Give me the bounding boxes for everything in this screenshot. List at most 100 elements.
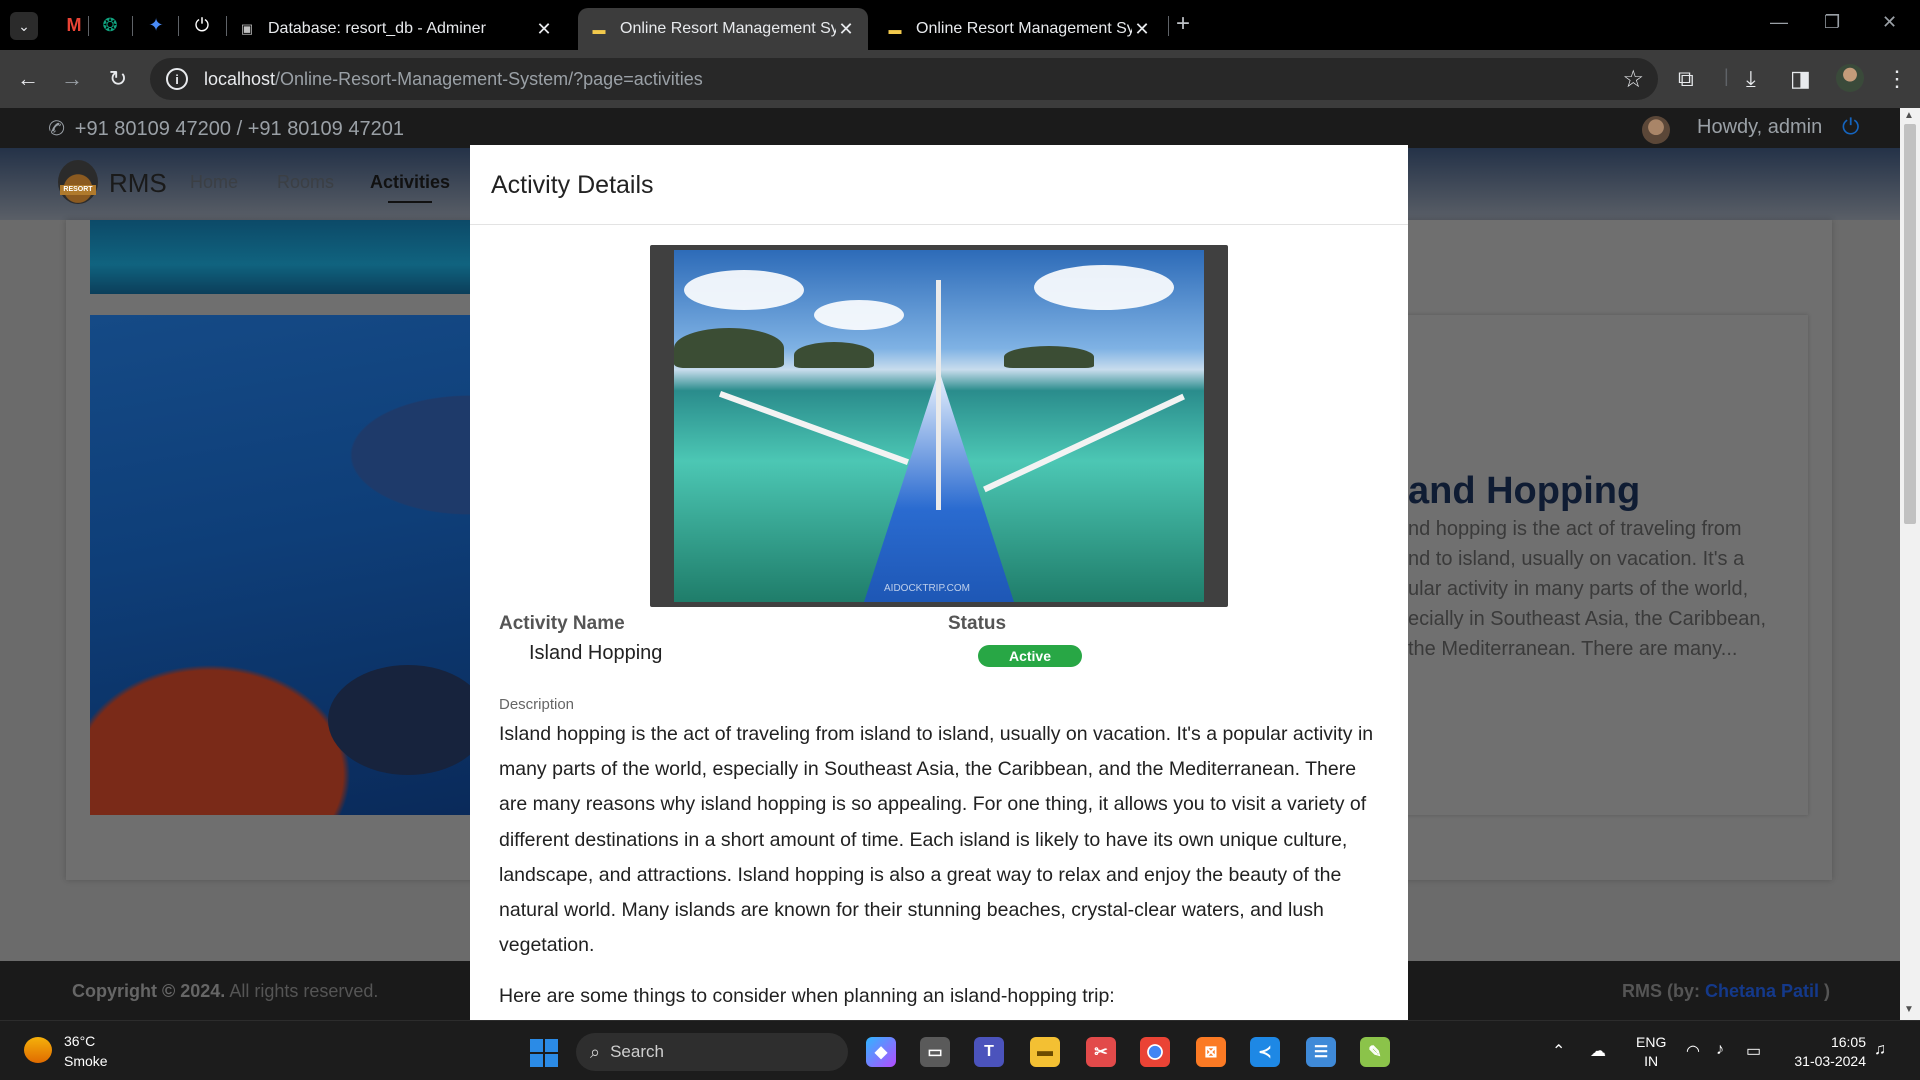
user-greeting[interactable]: Howdy, admin	[1697, 116, 1822, 139]
notepad-icon[interactable]: ☰	[1306, 1037, 1336, 1067]
activity-name-value: Island Hopping	[529, 642, 663, 664]
search-placeholder: Search	[610, 1042, 664, 1061]
tab-search-button[interactable]: ⌄	[10, 12, 38, 40]
tab-separator	[88, 16, 89, 36]
snipping-tool-icon[interactable]: ✂	[1086, 1037, 1116, 1067]
region-code: IN	[1644, 1053, 1659, 1069]
profile-avatar[interactable]	[1836, 64, 1864, 92]
resort-logo[interactable]: RESORT	[58, 160, 98, 204]
reload-icon[interactable]: ↻	[104, 66, 132, 92]
gemini-icon[interactable]: ✦	[142, 12, 170, 38]
credits-text: RMS (by: Chetana Patil )	[1622, 981, 1830, 1002]
tab-resort[interactable]: ▬ Online Resort Management Sys ✕	[874, 8, 1164, 50]
minimize-icon[interactable]: —	[1770, 12, 1788, 33]
status-badge: Active	[978, 645, 1082, 667]
brand-name[interactable]: RMS	[109, 168, 167, 199]
language-code: ENG	[1636, 1034, 1667, 1050]
tab-resort-active[interactable]: ▬ Online Resort Management Sys ✕	[578, 8, 868, 50]
chatgpt-icon[interactable]: ❂	[96, 12, 124, 38]
resort-favicon-icon: ▬	[592, 21, 606, 37]
close-tab-icon[interactable]: ✕	[534, 19, 554, 40]
activity-details-modal: Activity Details AIDOCKTRIP.COM Activity…	[470, 145, 1408, 1020]
nav-link-home[interactable]: Home	[190, 172, 238, 193]
notification-bell-icon[interactable]: ♫	[1874, 1041, 1886, 1059]
excerpt-line: ecially in Southeast Asia, the Caribbean…	[1408, 608, 1766, 630]
address-bar[interactable]: i localhost/Online-Resort-Management-Sys…	[150, 58, 1658, 100]
battery-icon[interactable]: ▭	[1746, 1041, 1761, 1061]
vscode-icon[interactable]: ≺	[1250, 1037, 1280, 1067]
chrome-icon[interactable]	[1140, 1037, 1170, 1067]
bookmark-star-icon[interactable]: ☆	[1622, 65, 1644, 94]
user-avatar[interactable]	[1642, 116, 1670, 144]
gmail-icon[interactable]: M	[60, 12, 88, 38]
tray-overflow-chevron-icon[interactable]: ⌃	[1552, 1041, 1565, 1061]
tab-adminer[interactable]: ▣ Database: resort_db - Adminer ✕	[226, 8, 566, 50]
logout-power-icon[interactable]: ⏻	[1842, 114, 1859, 140]
activity-image-previous	[90, 220, 470, 294]
island-hopping-image: AIDOCKTRIP.COM	[674, 250, 1204, 602]
taskbar-search[interactable]: ⌕ Search	[576, 1033, 848, 1071]
weather-condition[interactable]: Smoke	[64, 1053, 108, 1069]
nav-link-rooms[interactable]: Rooms	[277, 172, 334, 193]
weather-temperature[interactable]: 36°C	[64, 1033, 95, 1049]
tab-separator	[132, 16, 133, 36]
boat-mast	[936, 280, 941, 510]
weather-sun-icon[interactable]	[24, 1037, 52, 1063]
scuba-diving-image	[90, 315, 488, 815]
activity-image-frame: AIDOCKTRIP.COM	[650, 245, 1228, 607]
resort-favicon-icon: ▬	[888, 21, 902, 37]
scroll-thumb[interactable]	[1904, 124, 1916, 524]
tab-title: Database: resort_db - Adminer	[268, 20, 486, 37]
site-info-icon[interactable]: i	[166, 68, 188, 90]
browser-menu-icon[interactable]: ⋮	[1886, 66, 1908, 92]
excerpt-line: nd to island, usually on vacation. It's …	[1408, 548, 1745, 570]
phone-icon: ✆	[45, 116, 68, 142]
volume-icon[interactable]: ♪	[1716, 1041, 1724, 1059]
close-tab-icon[interactable]: ✕	[836, 19, 856, 40]
status-label: Status	[948, 613, 1007, 634]
teams-icon[interactable]: T	[974, 1037, 1004, 1067]
scroll-up-icon[interactable]: ▲	[1904, 110, 1914, 121]
excerpt-line: nd hopping is the act of traveling from	[1408, 518, 1742, 540]
windows-start-icon[interactable]	[530, 1039, 558, 1067]
forward-arrow-icon[interactable]: →	[58, 66, 86, 92]
diver-silhouette	[328, 665, 488, 775]
search-icon: ⌕	[590, 1041, 601, 1062]
island-shape	[1004, 346, 1094, 368]
task-view-icon[interactable]: ▭	[920, 1037, 950, 1067]
onedrive-cloud-icon[interactable]: ☁	[1590, 1041, 1606, 1061]
back-arrow-icon[interactable]: ←	[14, 66, 42, 92]
close-window-icon[interactable]: ✕	[1882, 12, 1897, 33]
close-tab-icon[interactable]: ✕	[1132, 19, 1152, 40]
phone-numbers: +91 80109 47200 / +91 80109 47201	[74, 118, 404, 140]
side-panel-icon[interactable]: ◨	[1790, 66, 1811, 92]
excerpt-line: the Mediterranean. There are many...	[1408, 638, 1738, 660]
image-watermark: AIDOCKTRIP.COM	[884, 583, 970, 594]
notepadpp-icon[interactable]: ✎	[1360, 1037, 1390, 1067]
file-explorer-icon[interactable]: ▬	[1030, 1037, 1060, 1067]
extensions-icon[interactable]: ⧉	[1678, 66, 1694, 92]
language-indicator[interactable]: ENG IN	[1636, 1033, 1666, 1071]
page-scrollbar[interactable]: ▲ ▼	[1900, 108, 1920, 1020]
restore-icon[interactable]: ❐	[1824, 12, 1840, 33]
copyright-year: Copyright © 2024.	[72, 981, 226, 1001]
description-label: Description	[499, 696, 575, 713]
copyright-rest: All rights reserved.	[225, 981, 379, 1001]
cloud-shape	[814, 300, 904, 330]
scroll-down-icon[interactable]: ▼	[1904, 1004, 1914, 1015]
clock-time: 16:05	[1830, 1034, 1866, 1050]
author-link[interactable]: Chetana Patil	[1705, 981, 1819, 1001]
browser-toolbar: ← → ↻ i localhost/Online-Resort-Manageme…	[0, 50, 1920, 108]
wifi-icon[interactable]: ◠	[1686, 1041, 1700, 1061]
xampp-icon[interactable]: ⊠	[1196, 1037, 1226, 1067]
system-clock[interactable]: 16:05 31-03-2024	[1786, 1033, 1866, 1071]
activity-name-label: Activity Name	[499, 613, 625, 634]
copilot-icon[interactable]: ◆	[866, 1037, 896, 1067]
copyright-text: Copyright © 2024. All rights reserved.	[72, 981, 378, 1002]
cloud-shape	[1034, 265, 1174, 310]
download-icon[interactable]: ⤓	[1746, 66, 1756, 92]
tab-separator	[178, 16, 179, 36]
nav-link-activities[interactable]: Activities	[370, 172, 450, 203]
new-tab-plus-icon[interactable]: +	[1176, 10, 1190, 38]
pinned-tab-icon[interactable]: ⏻	[188, 12, 216, 38]
